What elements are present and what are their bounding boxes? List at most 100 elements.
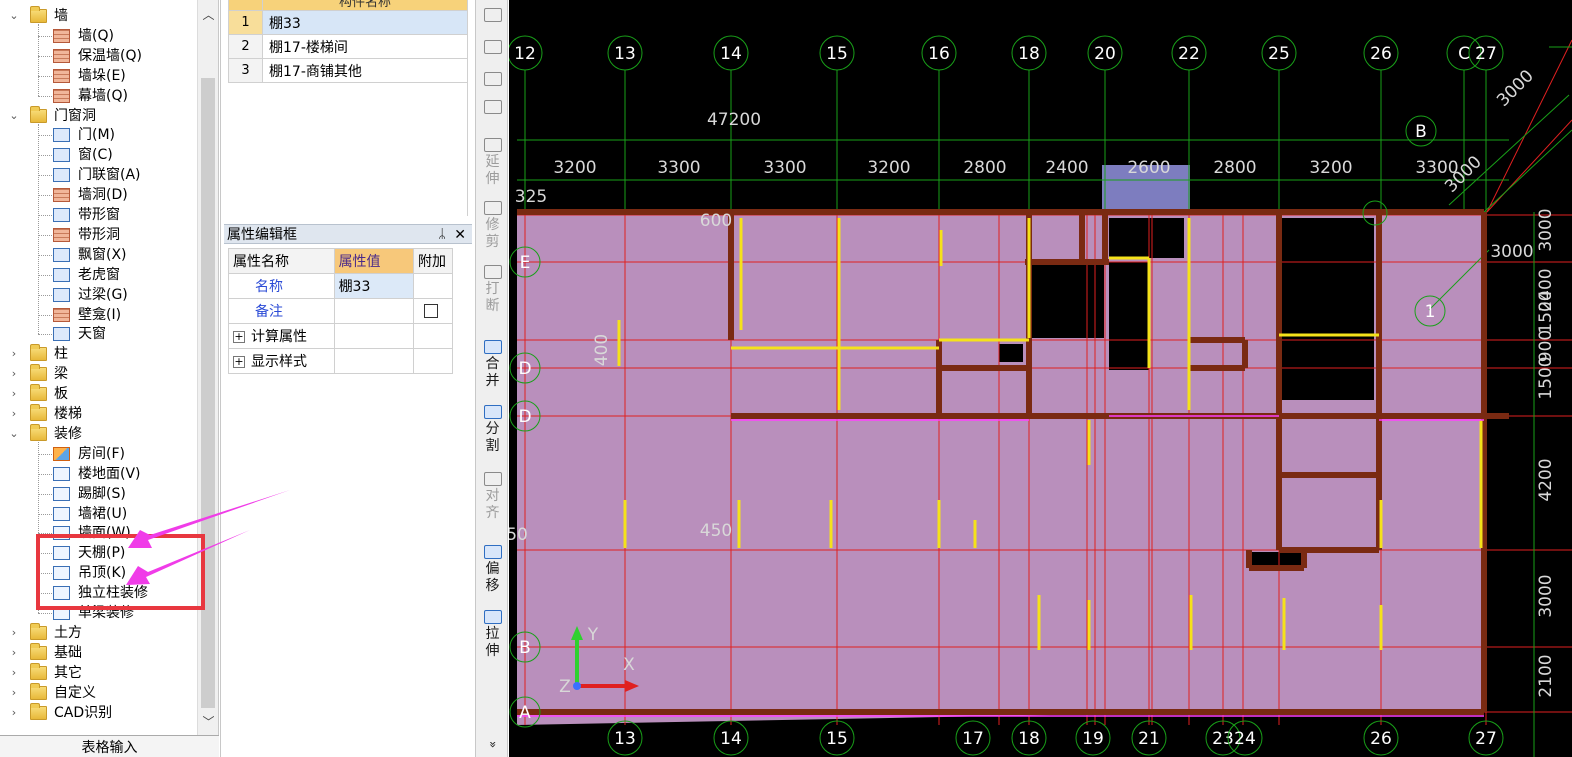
tree-folder[interactable]: ⌄ 装修 xyxy=(0,423,196,444)
collapse-chevron-icon[interactable]: ⌄ xyxy=(8,6,20,26)
tree-item[interactable]: 带形洞 xyxy=(0,225,196,245)
tree-item[interactable]: 保温墙(Q) xyxy=(0,46,196,66)
tree-item[interactable]: 窗(C) xyxy=(0,145,196,165)
expand-chevron-icon[interactable]: › xyxy=(8,623,20,643)
move-button[interactable] xyxy=(479,72,506,88)
row-name[interactable]: 棚17-楼梯间 xyxy=(262,34,468,59)
expand-chevron-icon[interactable]: › xyxy=(8,643,20,663)
split-button[interactable]: 分割 xyxy=(479,405,506,455)
offset-button[interactable]: 偏移 xyxy=(479,545,506,595)
prop-note-value[interactable] xyxy=(333,298,415,324)
tree-item[interactable]: 飘窗(X) xyxy=(0,245,196,265)
folder-icon xyxy=(30,702,47,720)
merge-button[interactable]: 合并 xyxy=(479,340,506,390)
tree-item[interactable]: 楼地面(V) xyxy=(0,464,196,484)
tree-folder[interactable]: › 柱 xyxy=(0,344,196,364)
extend-button[interactable]: 延伸 xyxy=(479,138,506,188)
rotate-button[interactable] xyxy=(479,100,506,116)
expand-plus-icon[interactable]: + xyxy=(233,356,245,368)
toolbar-more-chevron-icon[interactable]: » xyxy=(484,731,501,757)
trim-button[interactable]: 修剪 xyxy=(479,201,506,251)
note-checkbox[interactable] xyxy=(424,304,439,318)
collapse-chevron-icon[interactable]: ⌄ xyxy=(8,424,20,444)
tree-folder[interactable]: › 板 xyxy=(0,384,196,404)
tree-folder[interactable]: › 梁 xyxy=(0,364,196,384)
tree-folder[interactable]: ⌄ 墙 xyxy=(0,6,196,26)
close-icon[interactable]: ✕ xyxy=(454,225,466,245)
tree-item-label: 天窗 xyxy=(78,326,106,343)
tree-item[interactable]: 门联窗(A) xyxy=(0,165,196,185)
stretch-button[interactable]: 拉伸 xyxy=(479,610,506,660)
drawing-canvas[interactable]: 12 13 14 15 16 18 20 22 25 26 C 27 13 14 15 17 18 19 21 23 2… xyxy=(509,0,1572,757)
void-region xyxy=(1109,262,1149,370)
span-dimension: 2600 xyxy=(1127,158,1170,178)
prop-group-extra xyxy=(413,323,453,349)
tree-item[interactable]: 幕墙(Q) xyxy=(0,86,196,106)
span-dimension: 3200 xyxy=(1309,158,1352,178)
right-dimension: 4200 xyxy=(1536,458,1556,501)
tree-folder[interactable]: › 土方 xyxy=(0,622,196,643)
list-row[interactable]: 3 棚17-商铺其他 xyxy=(228,58,468,83)
tree-scrollbar-thumb[interactable] xyxy=(201,78,215,708)
collapse-chevron-icon[interactable]: ⌄ xyxy=(8,106,20,126)
axis-label: 16 xyxy=(928,44,950,64)
tree-item[interactable]: 壁龛(I) xyxy=(0,305,196,325)
expand-chevron-icon[interactable]: › xyxy=(8,663,20,683)
scroll-down-arrow-icon[interactable]: ﹀ xyxy=(198,712,219,732)
component-tree-panel: ⌄ 墙墙(Q) 保温墙(Q) 墙垛(E) 幕墙(Q) ⌄ 门窗洞 门(M) 窗(C) 门联窗(A)… xyxy=(0,0,219,757)
tree-item[interactable]: 墙洞(D) xyxy=(0,185,196,205)
toolbar-label-char: 伸 xyxy=(485,643,500,659)
expand-chevron-icon[interactable]: › xyxy=(8,703,20,723)
floor-plan[interactable]: 12 13 14 15 16 18 20 22 25 26 C 2713 14 15 17 18 19 21 23 2… xyxy=(509,0,1572,757)
tree-folder[interactable]: › 基础 xyxy=(0,642,196,663)
expand-chevron-icon[interactable]: › xyxy=(8,344,20,364)
tree-item[interactable]: 墙垛(E) xyxy=(0,66,196,86)
edit-toolbar: 延伸修剪打断合并分割对齐偏移拉伸 » xyxy=(475,0,508,757)
tree-item[interactable]: 过梁(G) xyxy=(0,285,196,305)
scroll-up-arrow-icon[interactable]: ︿ xyxy=(198,5,219,25)
expand-chevron-icon[interactable]: › xyxy=(8,404,20,424)
expand-plus-icon[interactable]: + xyxy=(233,331,245,343)
expand-chevron-icon[interactable]: › xyxy=(8,384,20,404)
pin-icon[interactable]: ᛦ xyxy=(438,225,446,245)
tree-folder[interactable]: › 其它 xyxy=(0,662,196,683)
tree-connector xyxy=(38,254,52,256)
mirror-button[interactable] xyxy=(479,40,506,56)
tree-scrollbar[interactable]: ︿ ﹀ xyxy=(197,0,218,735)
tree-folder[interactable]: › 楼梯 xyxy=(0,404,196,424)
span-dimension: 2400 xyxy=(1045,158,1088,178)
span-dimension: 3200 xyxy=(867,158,910,178)
break-button[interactable]: 打断 xyxy=(479,265,506,315)
align-button[interactable]: 对齐 xyxy=(479,472,506,522)
tree-item-label: 飘窗(X) xyxy=(78,246,127,263)
property-row[interactable]: + 显示样式 xyxy=(228,348,453,374)
span-dimension: 3200 xyxy=(553,158,596,178)
table-input-button[interactable]: 表格输入 xyxy=(0,735,219,757)
tree-item[interactable]: 踢脚(S) xyxy=(0,484,196,504)
wall-pier-icon xyxy=(53,68,70,83)
row-name[interactable]: 棚33 xyxy=(262,10,468,35)
tree-item[interactable]: 天窗 xyxy=(0,324,196,344)
tree-item-label: 带形窗 xyxy=(78,207,120,223)
prop-group-calc[interactable]: + 计算属性 xyxy=(228,323,335,349)
select-button[interactable] xyxy=(479,8,506,24)
prop-name-value[interactable]: 棚33 xyxy=(333,273,415,299)
skirting-icon xyxy=(53,486,70,501)
tree-item[interactable]: 老虎窗 xyxy=(0,265,196,285)
row-name[interactable]: 棚17-商铺其他 xyxy=(262,58,468,83)
property-row[interactable]: + 计算属性 xyxy=(228,323,453,349)
tree-folder[interactable]: › CAD识别 xyxy=(0,702,196,723)
expand-chevron-icon[interactable]: › xyxy=(8,683,20,703)
expand-chevron-icon[interactable]: › xyxy=(8,364,20,384)
tree-item[interactable]: 带形窗 xyxy=(0,205,196,225)
tree-item[interactable]: 门(M) xyxy=(0,125,196,145)
tree-item[interactable]: 房间(F) xyxy=(0,444,196,464)
prop-group-display[interactable]: + 显示样式 xyxy=(228,348,335,374)
tree-folder[interactable]: ⌄ 门窗洞 xyxy=(0,105,196,126)
list-row[interactable]: 2 棚17-楼梯间 xyxy=(228,34,468,59)
tree-item[interactable]: 墙裙(U) xyxy=(0,504,196,524)
list-row[interactable]: 1 棚33 xyxy=(228,10,468,35)
tree-item[interactable]: 墙(Q) xyxy=(0,26,196,46)
tree-folder[interactable]: › 自定义 xyxy=(0,682,196,703)
axis-label: 20 xyxy=(1094,44,1116,64)
